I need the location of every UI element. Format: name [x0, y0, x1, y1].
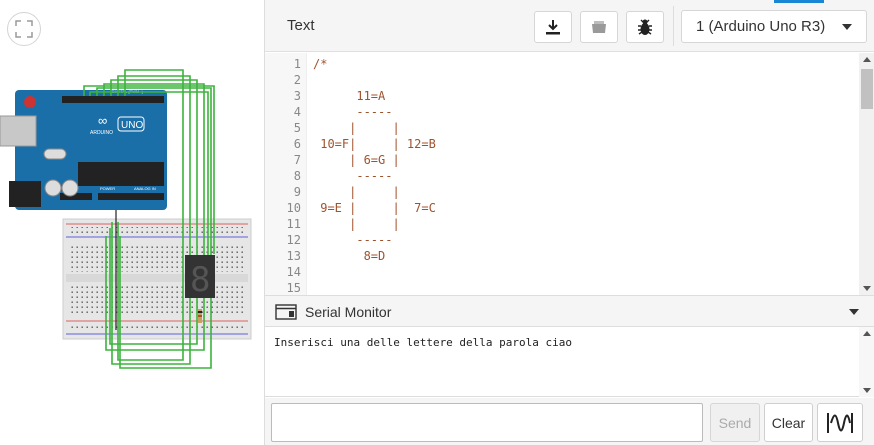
code-line[interactable]: ----- — [313, 105, 392, 119]
line-number: 4 — [293, 105, 301, 119]
libraries-button[interactable] — [580, 11, 618, 43]
serial-scroll-down-icon[interactable] — [863, 388, 871, 393]
send-button[interactable]: Send — [710, 403, 760, 442]
code-line[interactable]: /* — [313, 57, 327, 71]
code-line[interactable]: | | — [313, 121, 400, 135]
debugger-button[interactable] — [626, 11, 664, 43]
serial-monitor-title: Serial Monitor — [305, 304, 392, 320]
serial-output-text: Inserisci una delle lettere della parola… — [274, 336, 573, 349]
serial-monitor-header[interactable]: Serial Monitor — [265, 295, 874, 327]
serial-input-row: Send Clear — [265, 398, 874, 445]
arduino-logo: ∞ — [98, 113, 107, 128]
serial-input[interactable] — [271, 403, 703, 442]
editor-scrollbar-thumb[interactable] — [861, 69, 873, 109]
code-line[interactable]: | | — [313, 185, 400, 199]
serial-output: Inserisci una delle lettere della parola… — [265, 327, 874, 397]
line-number: 2 — [293, 73, 301, 87]
code-line[interactable]: ----- — [313, 233, 392, 247]
board-select[interactable]: 1 (Arduino Uno R3) — [681, 10, 867, 43]
bug-icon — [638, 19, 652, 35]
arduino-brand-text: ARDUINO — [90, 130, 113, 136]
serial-scroll-up-icon[interactable] — [863, 331, 871, 336]
libraries-icon — [592, 21, 606, 33]
line-number: 11 — [286, 217, 301, 231]
line-number: 1 — [293, 57, 301, 71]
circuit-canvas[interactable]: ∞ ARDUINO UNO DIGITAL (PWM~) POWER ANALO… — [0, 0, 264, 445]
chevron-down-icon — [842, 24, 852, 30]
circuit-drawing: ∞ ARDUINO UNO DIGITAL (PWM~) POWER ANALO… — [0, 69, 252, 369]
arduino-uno-board[interactable]: ∞ ARDUINO UNO DIGITAL (PWM~) POWER ANALO… — [0, 89, 167, 210]
download-icon — [546, 20, 560, 35]
scroll-up-icon[interactable] — [863, 57, 871, 62]
resistor[interactable] — [198, 309, 202, 323]
line-number: 13 — [286, 249, 301, 263]
editor-scrollbar[interactable] — [859, 53, 874, 295]
serial-scrollbar[interactable] — [859, 327, 874, 397]
seven-segment-display[interactable]: 8 — [185, 255, 215, 300]
download-button[interactable] — [534, 11, 572, 43]
line-number: 7 — [293, 153, 301, 167]
display-digit: 8 — [190, 260, 210, 300]
top-accent-bar — [774, 0, 824, 3]
line-number: 8 — [293, 169, 301, 183]
collapse-chevron-icon[interactable] — [849, 309, 859, 315]
line-number: 9 — [293, 185, 301, 199]
code-panel: Text 1 (Arduino Uno R3) 1 2 3 4 5 6 7 8 … — [264, 0, 874, 445]
line-number: 3 — [293, 89, 301, 103]
power-header-label: POWER — [100, 186, 115, 191]
line-number: 10 — [286, 201, 301, 215]
analog-header-label: ANALOG IN — [134, 186, 156, 191]
line-number: 14 — [286, 265, 301, 279]
code-line[interactable]: ----- — [313, 169, 392, 183]
code-line[interactable]: | | — [313, 217, 400, 231]
code-line[interactable]: 11=A — [313, 89, 385, 103]
editor-mode-label[interactable]: Text — [287, 17, 315, 34]
graph-icon — [827, 412, 853, 433]
code-line[interactable]: 8=D — [313, 249, 386, 263]
code-line[interactable]: 10=F| | 12=B — [313, 137, 436, 151]
clear-button[interactable]: Clear — [764, 403, 813, 442]
code-line[interactable]: | 6=G | — [313, 153, 400, 167]
line-number: 6 — [293, 137, 301, 151]
scroll-down-icon[interactable] — [863, 286, 871, 291]
board-select-value: 1 (Arduino Uno R3) — [696, 18, 826, 35]
line-number: 15 — [286, 281, 301, 295]
code-line[interactable]: 9=E | | 7=C — [313, 201, 436, 215]
graph-toggle-button[interactable] — [817, 403, 863, 442]
line-number: 5 — [293, 121, 301, 135]
toolbar-separator — [673, 6, 674, 46]
line-number-gutter: 1 2 3 4 5 6 7 8 9 10 11 12 13 14 15 — [265, 53, 307, 295]
line-number: 12 — [286, 233, 301, 247]
code-editor[interactable]: 1 2 3 4 5 6 7 8 9 10 11 12 13 14 15 /* 11=A ----- | | … — [265, 53, 874, 295]
serial-monitor-icon — [275, 304, 297, 320]
arduino-model-text: UNO — [121, 120, 143, 131]
code-toolbar: Text 1 (Arduino Uno R3) — [265, 0, 874, 52]
breadboard[interactable] — [62, 218, 252, 340]
